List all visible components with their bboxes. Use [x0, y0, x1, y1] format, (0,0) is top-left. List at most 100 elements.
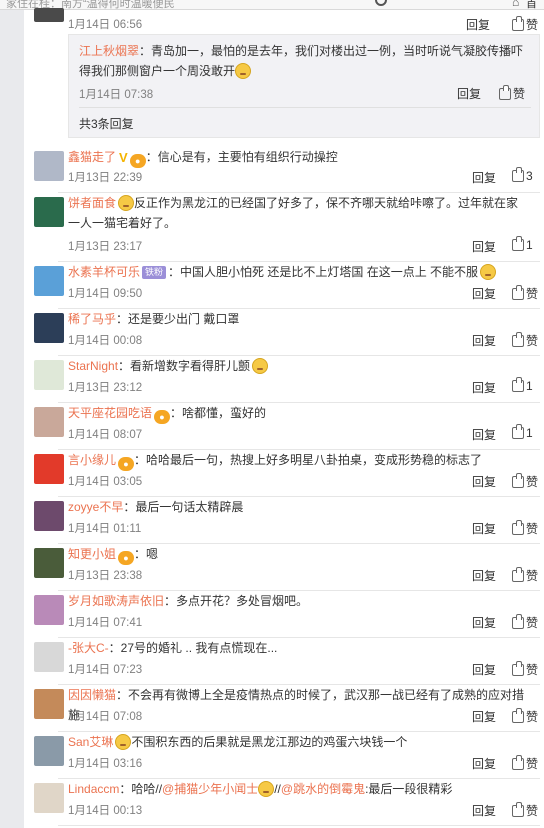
reply-button[interactable]: 回复	[472, 285, 496, 302]
like-count[interactable]: 赞	[526, 287, 538, 301]
mention-link[interactable]: @跳水的倒霉鬼	[281, 782, 365, 796]
comment-author[interactable]: 鑫猫走了	[68, 150, 116, 164]
comment-author[interactable]: 天平座花园吃语	[68, 406, 152, 420]
like-count[interactable]: 赞	[526, 710, 538, 724]
reply-button[interactable]: 回复	[472, 169, 496, 186]
like-count[interactable]: 赞	[526, 18, 538, 32]
comment-author[interactable]: zoyye不早	[68, 500, 123, 514]
reply-button[interactable]: 回复	[472, 379, 496, 396]
like-icon[interactable]	[512, 167, 524, 182]
like-count[interactable]: 赞	[526, 804, 538, 818]
avatar[interactable]	[34, 783, 64, 813]
like-icon[interactable]	[512, 424, 524, 439]
like-button[interactable]: 赞	[512, 755, 538, 772]
like-button[interactable]: 赞	[512, 661, 538, 678]
like-count[interactable]: 赞	[526, 616, 538, 630]
like-count[interactable]: 1	[526, 426, 533, 440]
like-count[interactable]: 赞	[513, 87, 525, 101]
reply-button[interactable]: 回复	[472, 426, 496, 443]
search-input[interactable]: 家住在桂：南方“温得何时温暖便民	[6, 0, 175, 9]
avatar[interactable]	[34, 151, 64, 181]
comment-author[interactable]: San艾琳	[68, 735, 113, 749]
like-icon[interactable]	[499, 85, 511, 100]
avatar[interactable]	[34, 407, 64, 437]
home-link[interactable]: 首	[526, 0, 537, 9]
avatar[interactable]	[34, 595, 64, 625]
like-button[interactable]: 赞	[512, 285, 538, 302]
reply-button[interactable]: 回复	[457, 87, 481, 101]
like-count[interactable]: 3	[526, 169, 533, 183]
comment-author[interactable]: Lindaccm	[68, 782, 119, 796]
like-count[interactable]: 赞	[526, 569, 538, 583]
like-button[interactable]: 1	[512, 377, 533, 393]
like-button[interactable]: 赞	[512, 520, 538, 537]
like-count[interactable]: 1	[526, 379, 533, 393]
comment-author[interactable]: StarNight	[68, 359, 118, 373]
reply-button[interactable]: 回复	[472, 473, 496, 490]
like-count[interactable]: 赞	[526, 334, 538, 348]
like-count[interactable]: 赞	[526, 663, 538, 677]
reply-author[interactable]: 江上秋烟翠	[79, 44, 139, 58]
avatar[interactable]	[34, 454, 64, 484]
like-button[interactable]: 赞	[512, 473, 538, 490]
avatar[interactable]	[34, 689, 64, 719]
avatar[interactable]	[34, 642, 64, 672]
reply-button[interactable]: 回复	[472, 708, 496, 725]
reply-button[interactable]: 回复	[472, 802, 496, 819]
more-replies-link[interactable]: 共3条回复	[79, 115, 134, 132]
reply-button[interactable]: 回复	[472, 661, 496, 678]
like-icon[interactable]	[512, 520, 524, 535]
reply-button[interactable]: 回复	[472, 238, 496, 255]
like-icon[interactable]	[512, 708, 524, 723]
like-icon[interactable]	[512, 377, 524, 392]
like-icon[interactable]	[512, 285, 524, 300]
like-button[interactable]: 3	[512, 167, 533, 183]
like-icon[interactable]	[512, 473, 524, 488]
like-icon[interactable]	[512, 661, 524, 676]
reply-button[interactable]: 回复	[472, 567, 496, 584]
avatar[interactable]	[34, 8, 64, 22]
avatar[interactable]	[34, 197, 64, 227]
reply-button[interactable]: 回复	[472, 520, 496, 537]
avatar[interactable]	[34, 313, 64, 343]
comment-author[interactable]: 稀了马乎	[68, 312, 116, 326]
avatar[interactable]	[34, 548, 64, 578]
avatar[interactable]	[34, 266, 64, 296]
comment-author[interactable]: 知更小姐	[68, 547, 116, 561]
like-icon[interactable]	[512, 16, 524, 31]
like-icon[interactable]	[512, 567, 524, 582]
like-button[interactable]: 1	[512, 236, 533, 252]
like-button[interactable]: 赞	[512, 614, 538, 631]
comment-author[interactable]: -张大C-	[68, 641, 109, 655]
comment-author[interactable]: 岁月如歌涛声依旧	[68, 594, 164, 608]
like-button[interactable]: 赞	[512, 567, 538, 584]
search-icon[interactable]	[375, 0, 387, 6]
avatar[interactable]	[34, 736, 64, 766]
like-icon[interactable]	[512, 614, 524, 629]
like-button[interactable]: 赞	[512, 332, 538, 349]
like-count[interactable]: 赞	[526, 522, 538, 536]
like-button[interactable]: 赞	[512, 708, 538, 725]
avatar[interactable]	[34, 501, 64, 531]
top-search-bar: 家住在桂：南方“温得何时温暖便民 ⌂ 首	[0, 0, 544, 10]
mention-link[interactable]: @捕猫少年小闻士	[162, 782, 258, 796]
reply-button[interactable]: 回复	[472, 755, 496, 772]
avatar[interactable]	[34, 360, 64, 390]
comment-author[interactable]: 言小缘儿	[68, 453, 116, 467]
like-icon[interactable]	[512, 236, 524, 251]
like-icon[interactable]	[512, 802, 524, 817]
comment-author[interactable]: 饼者面食	[68, 196, 116, 210]
like-count[interactable]: 1	[526, 238, 533, 252]
reply-button[interactable]: 回复	[472, 614, 496, 631]
like-icon[interactable]	[512, 332, 524, 347]
like-count[interactable]: 赞	[526, 475, 538, 489]
reply-button[interactable]: 回复	[472, 332, 496, 349]
reply-button[interactable]: 回复	[466, 18, 490, 32]
like-button[interactable]: 赞	[512, 802, 538, 819]
like-count[interactable]: 赞	[526, 757, 538, 771]
comment-author[interactable]: 水素羊杯可乐	[68, 265, 140, 279]
like-icon[interactable]	[512, 755, 524, 770]
like-button[interactable]: 1	[512, 424, 533, 440]
comment-author[interactable]: 因因懒猫	[68, 688, 116, 702]
home-icon[interactable]: ⌂	[512, 0, 519, 9]
